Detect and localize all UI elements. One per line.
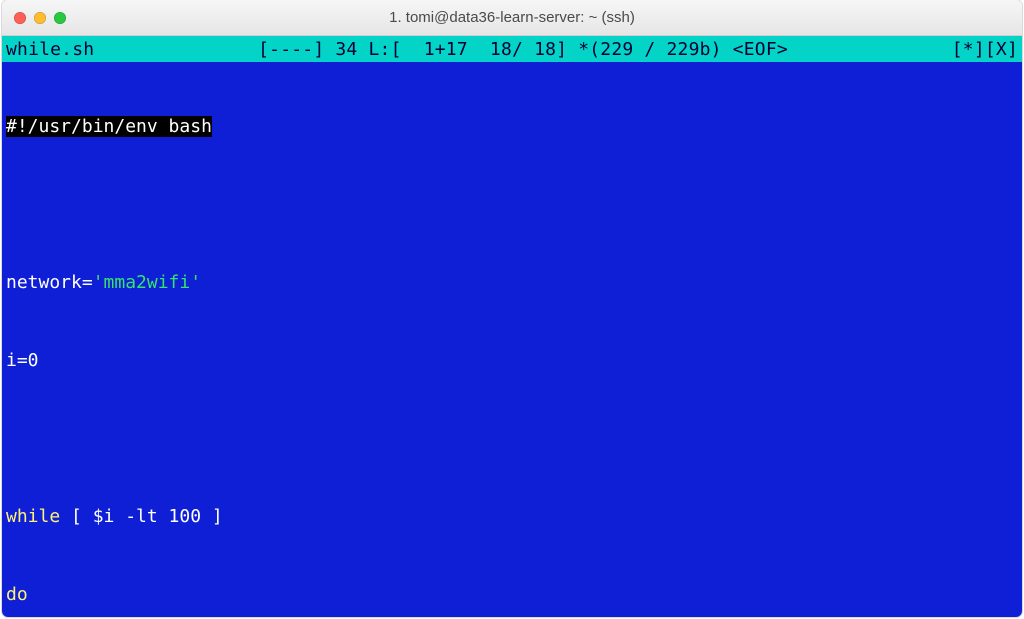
window-title: 1. tomi@data36-learn-server: ~ (ssh) [2, 9, 1022, 26]
status-flags: [*][X] [952, 39, 1018, 60]
editor-content[interactable]: #!/usr/bin/env bash network='mma2wifi' i… [2, 62, 1022, 617]
code-keyword: do [6, 584, 28, 605]
code-text: [ $i -lt 100 ] [60, 506, 223, 527]
status-filename: while.sh [6, 39, 94, 60]
code-text: network= [6, 272, 93, 293]
code-text: i=0 [6, 350, 39, 371]
code-keyword: while [6, 506, 60, 527]
editor-status-bar: while.sh [----] 34 L:[ 1+17 18/ 18] *(22… [2, 36, 1022, 62]
terminal-window: 1. tomi@data36-learn-server: ~ (ssh) whi… [2, 0, 1022, 617]
window-titlebar: 1. tomi@data36-learn-server: ~ (ssh) [2, 0, 1022, 36]
status-position: [----] 34 L:[ 1+17 18/ 18] *(229 / 229b)… [258, 39, 788, 60]
code-shebang: #!/usr/bin/env bash [6, 116, 212, 137]
code-string: 'mma2wifi' [93, 272, 201, 293]
